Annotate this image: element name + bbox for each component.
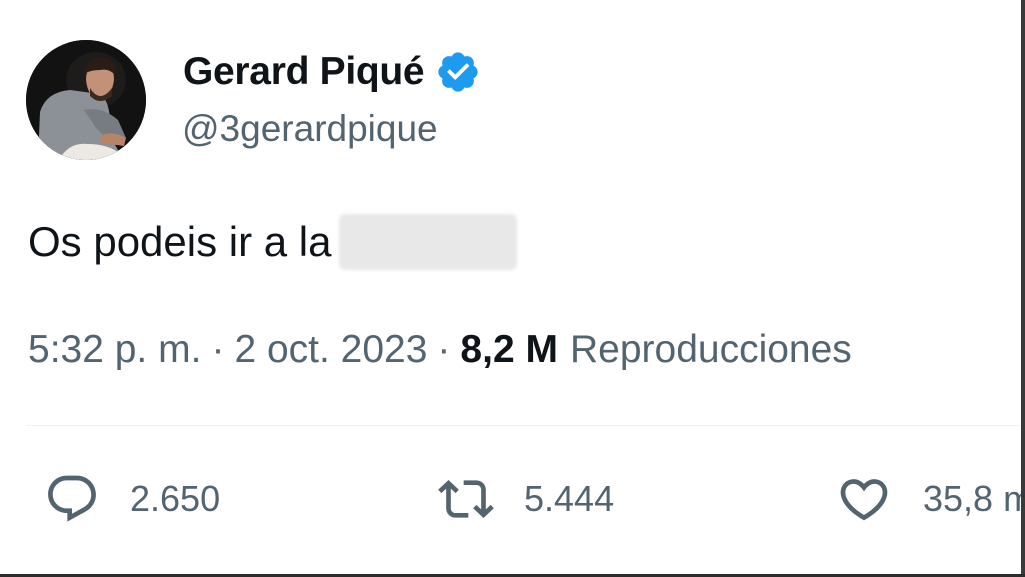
divider	[26, 425, 1025, 426]
reply-count: 2.650	[130, 478, 221, 519]
reply-icon[interactable]	[44, 471, 100, 527]
avatar[interactable]	[26, 40, 146, 160]
meta-separator: ·	[211, 328, 225, 371]
retweet-count: 5.444	[524, 478, 615, 519]
retweet-icon[interactable]	[438, 471, 494, 527]
reply-button[interactable]: 2.650	[44, 470, 220, 528]
tweet-text: Os podeis ir a la	[28, 212, 518, 272]
tweet-text-content: Os podeis ir a la	[28, 218, 332, 265]
verified-badge-icon[interactable]	[435, 49, 481, 95]
author-name-row[interactable]: Gerard Piqué	[183, 46, 481, 98]
views-label[interactable]: Reproducciones	[570, 328, 852, 372]
tweet-date[interactable]: 2 oct. 2023	[234, 328, 427, 372]
author-handle[interactable]: @3gerardpique	[182, 108, 438, 150]
frame-border-right	[1021, 0, 1025, 577]
heart-icon[interactable]	[836, 471, 892, 527]
tweet-time[interactable]: 5:32 p. m.	[28, 328, 201, 372]
display-name[interactable]: Gerard Piqué	[183, 50, 425, 94]
redacted-text-blur	[339, 214, 518, 270]
retweet-button[interactable]: 5.444	[438, 470, 614, 528]
meta-separator: ·	[437, 328, 451, 371]
like-count: 35,8 m	[923, 478, 1025, 519]
views-count[interactable]: 8,2 M	[460, 328, 558, 372]
tweet-meta: 5:32 p. m. · 2 oct. 2023 · 8,2 M Reprodu…	[28, 324, 852, 376]
like-button[interactable]: 35,8 m	[836, 470, 1025, 528]
avatar-photo	[26, 40, 146, 160]
